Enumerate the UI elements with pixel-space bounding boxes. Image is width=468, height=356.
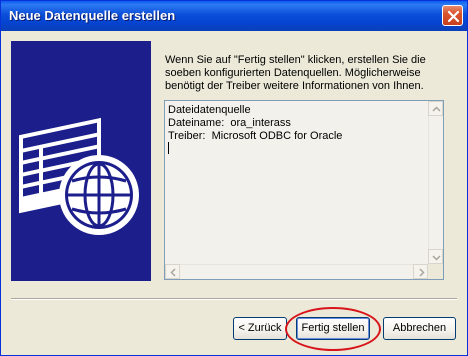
summary-line-filename: Dateiname: ora_interass xyxy=(168,117,291,129)
close-button[interactable] xyxy=(442,5,463,26)
close-icon xyxy=(447,10,460,23)
scroll-left-button[interactable] xyxy=(165,264,180,279)
arrow-up-icon xyxy=(432,106,441,112)
window-title: Neue Datenquelle erstellen xyxy=(9,8,176,23)
dialog-window: Neue Datenquelle erstellen Wenn Sie auf … xyxy=(0,0,468,356)
highlight-circle xyxy=(285,307,381,351)
wizard-illustration xyxy=(11,41,151,281)
summary-textbox[interactable]: Dateidatenquelle Dateiname: ora_interass… xyxy=(164,100,444,280)
text-caret xyxy=(168,142,169,154)
summary-line-driver: Treiber: Microsoft ODBC for Oracle xyxy=(168,130,343,142)
arrow-left-icon xyxy=(170,268,176,277)
vertical-scrollbar[interactable] xyxy=(428,101,443,264)
horizontal-scrollbar[interactable] xyxy=(165,264,428,279)
arrow-right-icon xyxy=(419,268,425,277)
title-bar[interactable]: Neue Datenquelle erstellen xyxy=(1,1,467,31)
scroll-up-button[interactable] xyxy=(428,101,443,116)
scroll-down-button[interactable] xyxy=(428,249,443,264)
scrollbar-corner xyxy=(428,264,443,279)
summary-line-type: Dateidatenquelle xyxy=(168,104,251,116)
database-globe-icon xyxy=(19,117,139,235)
arrow-down-icon xyxy=(432,255,441,261)
cancel-button[interactable]: Abbrechen xyxy=(383,317,456,340)
instruction-text: Wenn Sie auf "Fertig stellen" klicken, e… xyxy=(165,54,426,92)
separator-line xyxy=(11,298,457,300)
back-button[interactable]: < Zurück xyxy=(233,317,287,340)
scroll-right-button[interactable] xyxy=(413,264,428,279)
